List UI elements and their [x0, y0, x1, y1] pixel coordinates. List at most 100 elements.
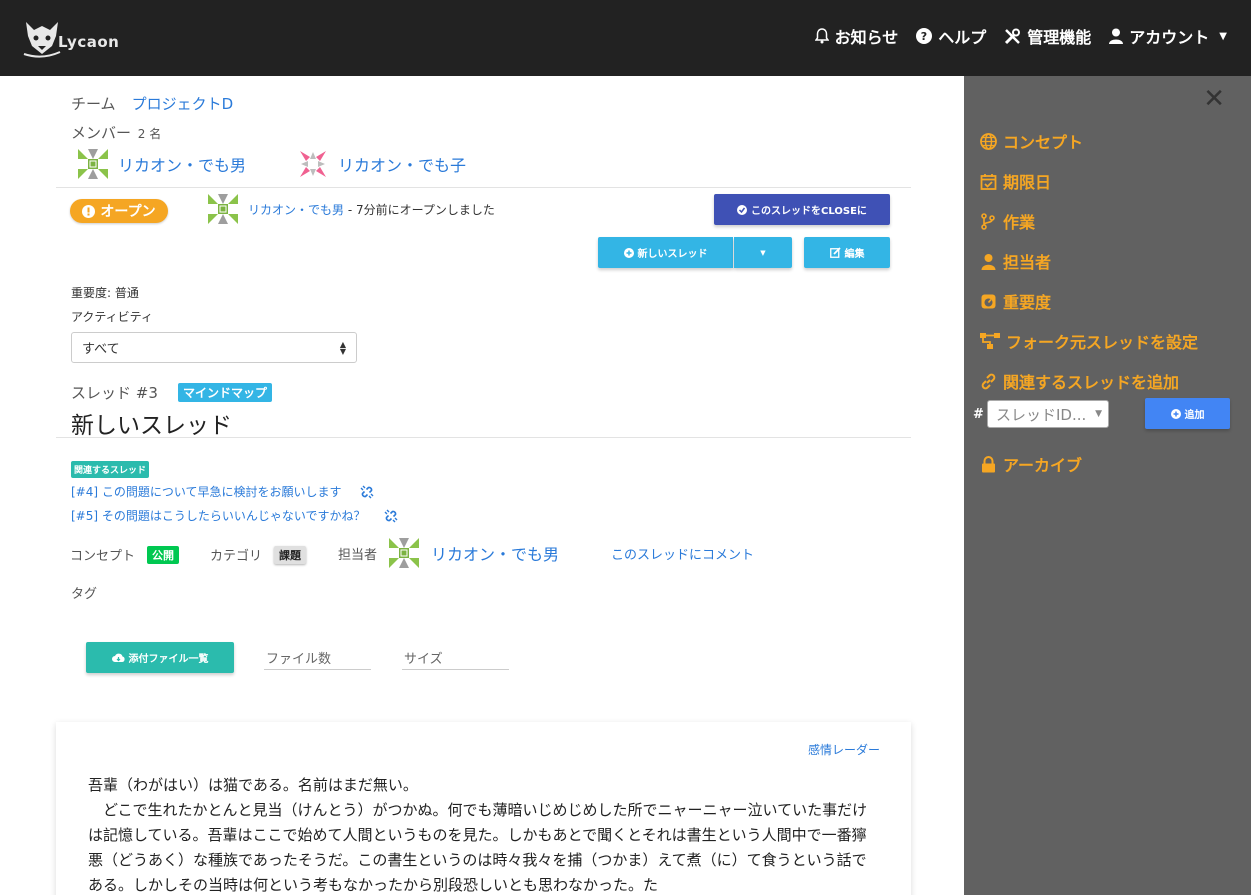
- panel-item-importance[interactable]: 重要度: [980, 289, 1051, 313]
- close-thread-button[interactable]: このスレッドをCLOSEに: [714, 194, 890, 225]
- panel-item-label: フォーク元スレッドを設定: [1006, 333, 1199, 352]
- link-icon: [981, 373, 996, 389]
- divider: [56, 187, 911, 188]
- account-dropdown[interactable]: アカウント ▼: [1109, 24, 1227, 48]
- team-link[interactable]: プロジェクトD: [132, 93, 234, 114]
- panel-item-assignee[interactable]: 担当者: [980, 249, 1051, 273]
- new-thread-dropdown-toggle[interactable]: ▼: [734, 237, 792, 268]
- code-branch-icon: [981, 212, 995, 230]
- activity-select[interactable]: すべて ▲ ▼: [71, 332, 357, 363]
- close-thread-label: このスレッドをCLOSEに: [751, 206, 867, 217]
- avatar: [298, 149, 329, 179]
- panel-item-add-related[interactable]: 関連するスレッドを追加: [980, 369, 1179, 393]
- emotion-radar-link[interactable]: 感情レーダー: [808, 741, 880, 758]
- bell-icon: [814, 28, 829, 44]
- assignee-field: 担当者 リカオン・でも男: [338, 538, 559, 568]
- panel-item-label: 期限日: [1003, 173, 1052, 192]
- related-thread-link[interactable]: [#5] その問題はこうしたらいいんじゃないですかね？: [71, 507, 366, 524]
- category-label: カテゴリ: [210, 549, 263, 564]
- member-item[interactable]: リカオン・でも男: [78, 149, 246, 179]
- calendar-check-icon: [980, 173, 997, 190]
- notifications-link[interactable]: お知らせ: [814, 24, 899, 48]
- attachments-button[interactable]: 添付ファイル一覧: [86, 642, 234, 673]
- panel-item-label: 担当者: [1003, 253, 1052, 272]
- top-navbar: Lycaon お知らせ ? ヘルプ 管理機能 アカウント ▼: [0, 0, 1251, 76]
- open-message: - 7分前にオープンしました: [344, 202, 495, 217]
- thread-body: 吾輩（わがはい）は猫である。名前はまだ無い。 どこで生れたかとんと見当（けんとう…: [88, 773, 878, 895]
- file-count-field[interactable]: ファイル数: [264, 648, 371, 670]
- edit-icon: [829, 247, 841, 258]
- question-circle-icon: ?: [916, 28, 933, 44]
- panel-item-concept[interactable]: コンセプト: [980, 129, 1083, 153]
- globe-icon: [980, 132, 997, 150]
- add-related-button[interactable]: 追加: [1145, 398, 1230, 429]
- unlink-icon[interactable]: [360, 485, 374, 499]
- check-circle-icon: [737, 204, 748, 215]
- related-thread-item: [#5] その問題はこうしたらいいんじゃないですかね？: [71, 507, 398, 524]
- member-row: メンバー 2 名: [71, 122, 161, 143]
- gauge-icon: [981, 294, 996, 308]
- help-link[interactable]: ? ヘルプ: [916, 24, 986, 48]
- divider: [56, 437, 911, 438]
- unlink-icon[interactable]: [384, 509, 398, 523]
- admin-label: 管理機能: [1027, 28, 1092, 47]
- thread-body-card: 感情レーダー 吾輩（わがはい）は猫である。名前はまだ無い。 どこで生れたかとんと…: [56, 722, 911, 895]
- caret-down-icon: ▼: [760, 248, 766, 257]
- svg-text:?: ?: [921, 30, 927, 43]
- related-threads-badge: 関連するスレッド: [71, 461, 150, 478]
- file-size-field[interactable]: サイズ: [402, 648, 509, 670]
- related-thread-link[interactable]: [#4] この問題について早急に検討をお願いします: [71, 483, 342, 500]
- category-field: カテゴリ 課題: [210, 545, 307, 564]
- thread-type-badge[interactable]: マインドマップ: [178, 383, 273, 402]
- avatar: [389, 538, 420, 568]
- concept-field: コンセプト 公開: [70, 545, 180, 564]
- add-label: 追加: [1184, 410, 1205, 421]
- top-nav: お知らせ ? ヘルプ 管理機能 アカウント ▼: [814, 24, 1227, 48]
- panel-item-label: 作業: [1003, 213, 1036, 232]
- panel-item-label: 重要度: [1003, 293, 1052, 312]
- notifications-label: お知らせ: [834, 28, 899, 47]
- panel-item-work[interactable]: 作業: [980, 209, 1035, 233]
- main-content: チーム プロジェクトD メンバー 2 名 リカオン・でも男 リカオン・でも子 オ…: [56, 76, 911, 895]
- new-thread-button[interactable]: 新しいスレッド: [598, 237, 733, 268]
- avatar: [78, 149, 108, 179]
- assignee[interactable]: リカオン・でも男: [389, 538, 559, 568]
- team-label: チーム: [71, 95, 116, 113]
- concept-badge[interactable]: 公開: [147, 545, 180, 564]
- close-icon[interactable]: ✕: [1203, 86, 1225, 112]
- admin-link[interactable]: 管理機能: [1004, 24, 1091, 48]
- category-badge[interactable]: 課題: [274, 545, 307, 564]
- help-label: ヘルプ: [938, 28, 987, 47]
- panel-item-label: コンセプト: [1003, 133, 1084, 152]
- edit-button[interactable]: 編集: [804, 237, 890, 268]
- body-paragraph: どこで生れたかとんと見当（けんとう）がつかぬ。何でも薄暗いじめじめした所でニャー…: [88, 801, 868, 894]
- activity-label: アクティビティ: [71, 310, 153, 324]
- caret-down-icon: ▼: [1095, 409, 1102, 419]
- opener-link[interactable]: リカオン・でも男: [248, 203, 344, 217]
- logo-text: Lycaon: [58, 33, 120, 51]
- panel-item-archive[interactable]: アーカイブ: [980, 452, 1082, 476]
- sitemap-icon: [980, 332, 1000, 349]
- thread-id-select[interactable]: スレッドID... ▼: [987, 400, 1109, 428]
- panel-item-due-date[interactable]: 期限日: [980, 169, 1051, 193]
- cloud-download-icon: [111, 653, 125, 662]
- member-item[interactable]: リカオン・でも子: [298, 149, 466, 179]
- plus-circle-icon: [1170, 408, 1181, 419]
- panel-item-fork[interactable]: フォーク元スレッドを設定: [980, 329, 1198, 353]
- importance-text: 重要度: 普通: [71, 286, 139, 300]
- thread-title: 新しいスレッド: [71, 413, 232, 439]
- attachments-label: 添付ファイル一覧: [128, 654, 209, 665]
- lycaon-logo[interactable]: Lycaon: [20, 16, 119, 60]
- sort-icon: ▲ ▼: [339, 340, 346, 356]
- caret-down-icon: ▼: [1219, 30, 1227, 42]
- member-label: メンバー: [71, 124, 132, 142]
- comment-link[interactable]: このスレッドにコメント: [611, 544, 754, 563]
- account-label: アカウント: [1129, 28, 1210, 47]
- status-badge: オープン: [70, 199, 168, 223]
- user-icon: [1109, 28, 1124, 44]
- member-name: リカオン・でも男: [118, 156, 247, 175]
- edit-label: 編集: [844, 249, 865, 260]
- side-panel: ✕ コンセプト 期限日 作業 担当者 重要度 フォーク元スレッドを設定 関連する…: [964, 76, 1251, 895]
- lock-icon: [982, 455, 995, 472]
- body-paragraph: 吾輩（わがはい）は猫である。名前はまだ無い。: [88, 776, 418, 794]
